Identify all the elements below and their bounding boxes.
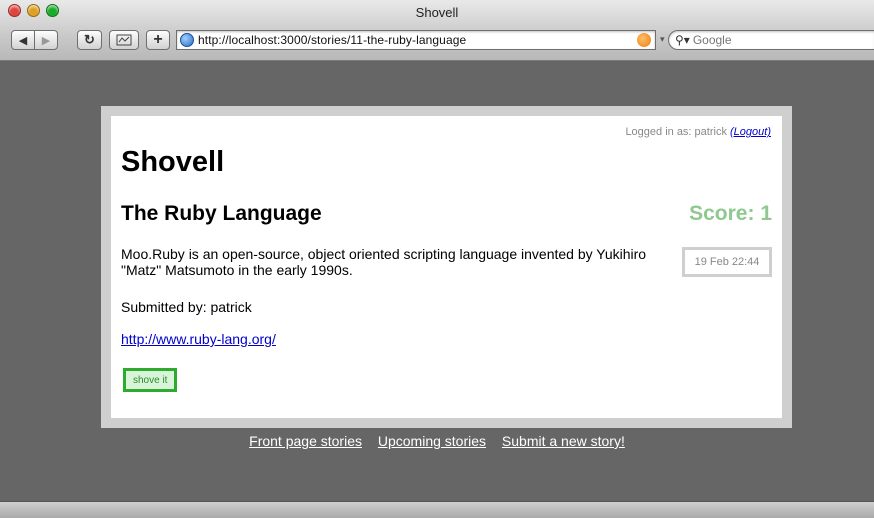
story-date: 19 Feb 22:44 (682, 247, 772, 277)
rss-icon[interactable] (637, 33, 651, 47)
story-card: Logged in as: patrick (Logout) Shovell T… (111, 116, 782, 418)
site-title: Shovell (121, 146, 225, 178)
snapback-icon (116, 34, 132, 46)
submit-story-link[interactable]: Submit a new story! (502, 433, 625, 449)
window-title: Shovell (415, 5, 459, 20)
snapback-button[interactable] (109, 30, 139, 50)
submitted-by: Submitted by: patrick (121, 299, 252, 315)
login-status: Logged in as: patrick (Logout) (625, 126, 771, 138)
reload-icon: ↻ (84, 32, 95, 47)
search-icon[interactable]: ⚲▾ (675, 33, 690, 47)
search-field[interactable]: ⚲▾ (668, 30, 874, 50)
content-frame: Logged in as: patrick (Logout) Shovell T… (101, 106, 792, 428)
upcoming-stories-link[interactable]: Upcoming stories (378, 433, 486, 449)
front-page-stories-link[interactable]: Front page stories (249, 433, 362, 449)
browser-titlebar: Shovell ◀ ▶ ↻ + http://localhost:3000/st… (0, 0, 874, 61)
login-text: Logged in as: patrick (625, 126, 727, 138)
address-bar[interactable]: http://localhost:3000/stories/11-the-rub… (176, 30, 656, 50)
story-url-link[interactable]: http://www.ruby-lang.org/ (121, 331, 276, 347)
address-dropdown-icon[interactable]: ▾ (660, 34, 665, 45)
address-url[interactable]: http://localhost:3000/stories/11-the-rub… (198, 33, 466, 47)
plus-icon: + (153, 31, 163, 48)
search-input[interactable] (692, 33, 853, 47)
back-arrow-icon: ◀ (18, 34, 28, 47)
logout-link[interactable]: (Logout) (730, 126, 771, 138)
story-title: The Ruby Language (121, 202, 322, 225)
footer-navigation: Front page stories Upcoming stories Subm… (0, 433, 874, 449)
reload-button[interactable]: ↻ (77, 30, 102, 50)
forward-button[interactable]: ▶ (34, 30, 58, 50)
story-score: Score: 1 (689, 202, 772, 225)
shove-it-button[interactable]: shove it (123, 368, 178, 392)
add-bookmark-button[interactable]: + (146, 30, 170, 50)
forward-arrow-icon: ▶ (41, 34, 51, 47)
status-bar (0, 501, 874, 518)
story-description: Moo.Ruby is an open-source, object orien… (121, 246, 647, 278)
globe-icon (180, 33, 194, 47)
back-button[interactable]: ◀ (11, 30, 35, 50)
